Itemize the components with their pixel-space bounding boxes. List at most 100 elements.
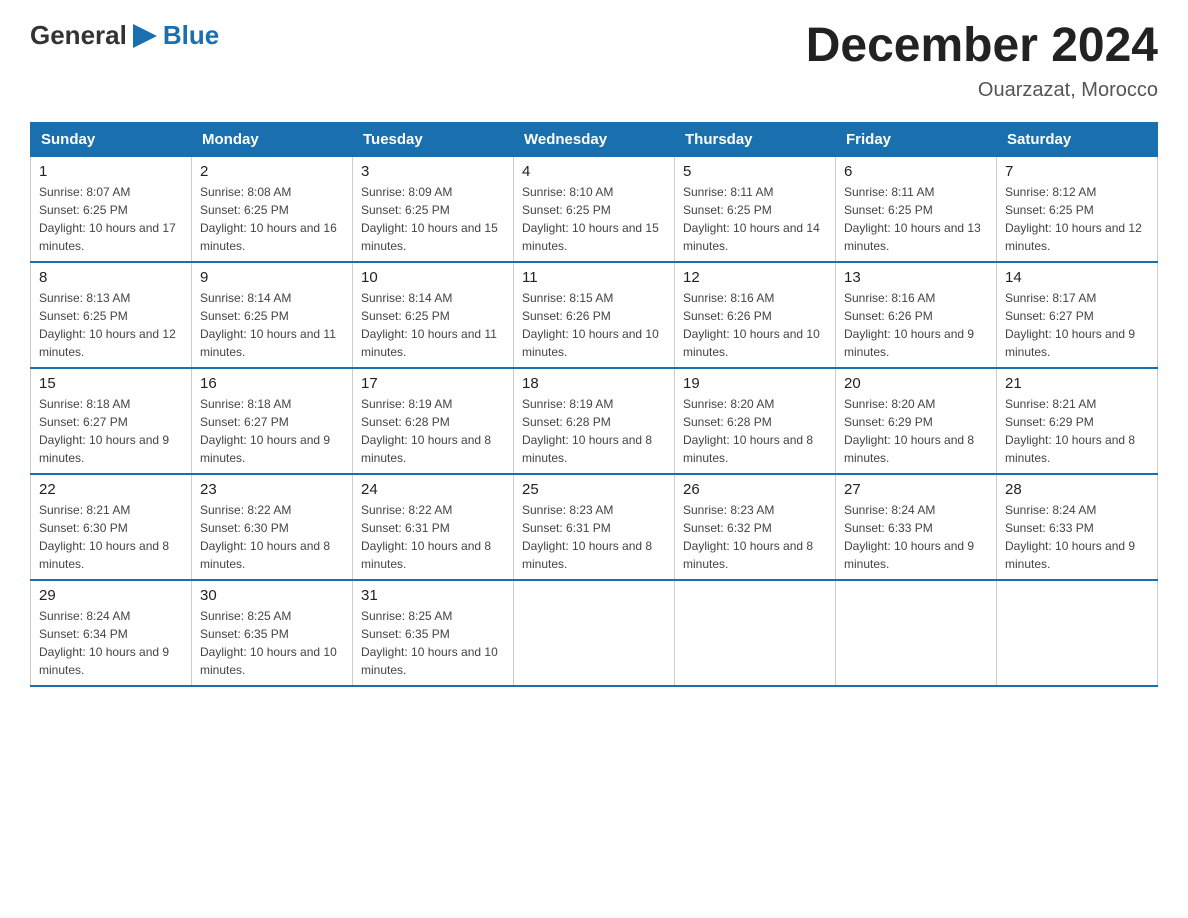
calendar-cell: 10 Sunrise: 8:14 AMSunset: 6:25 PMDaylig…	[353, 262, 514, 368]
day-info: Sunrise: 8:10 AMSunset: 6:25 PMDaylight:…	[522, 183, 666, 255]
day-info: Sunrise: 8:22 AMSunset: 6:30 PMDaylight:…	[200, 501, 344, 573]
calendar-cell: 22 Sunrise: 8:21 AMSunset: 6:30 PMDaylig…	[31, 474, 192, 580]
day-number: 9	[200, 269, 344, 286]
calendar-cell: 29 Sunrise: 8:24 AMSunset: 6:34 PMDaylig…	[31, 580, 192, 686]
day-info: Sunrise: 8:24 AMSunset: 6:33 PMDaylight:…	[844, 501, 988, 573]
calendar-subtitle: Ouarzazat, Morocco	[806, 79, 1158, 102]
calendar-cell: 16 Sunrise: 8:18 AMSunset: 6:27 PMDaylig…	[192, 368, 353, 474]
day-info: Sunrise: 8:23 AMSunset: 6:31 PMDaylight:…	[522, 501, 666, 573]
calendar-cell: 4 Sunrise: 8:10 AMSunset: 6:25 PMDayligh…	[514, 156, 675, 262]
day-number: 5	[683, 163, 827, 180]
weekday-header-thursday: Thursday	[675, 122, 836, 156]
weekday-header-friday: Friday	[836, 122, 997, 156]
weekday-header-sunday: Sunday	[31, 122, 192, 156]
day-info: Sunrise: 8:20 AMSunset: 6:29 PMDaylight:…	[844, 395, 988, 467]
calendar-cell: 18 Sunrise: 8:19 AMSunset: 6:28 PMDaylig…	[514, 368, 675, 474]
calendar-cell: 1 Sunrise: 8:07 AMSunset: 6:25 PMDayligh…	[31, 156, 192, 262]
day-number: 2	[200, 163, 344, 180]
day-number: 20	[844, 375, 988, 392]
day-info: Sunrise: 8:17 AMSunset: 6:27 PMDaylight:…	[1005, 289, 1149, 361]
weekday-header-wednesday: Wednesday	[514, 122, 675, 156]
calendar-cell: 30 Sunrise: 8:25 AMSunset: 6:35 PMDaylig…	[192, 580, 353, 686]
day-info: Sunrise: 8:12 AMSunset: 6:25 PMDaylight:…	[1005, 183, 1149, 255]
day-number: 29	[39, 587, 183, 604]
calendar-cell: 7 Sunrise: 8:12 AMSunset: 6:25 PMDayligh…	[997, 156, 1158, 262]
day-number: 8	[39, 269, 183, 286]
calendar-week-1: 1 Sunrise: 8:07 AMSunset: 6:25 PMDayligh…	[31, 156, 1158, 262]
day-info: Sunrise: 8:16 AMSunset: 6:26 PMDaylight:…	[844, 289, 988, 361]
day-info: Sunrise: 8:16 AMSunset: 6:26 PMDaylight:…	[683, 289, 827, 361]
calendar-week-4: 22 Sunrise: 8:21 AMSunset: 6:30 PMDaylig…	[31, 474, 1158, 580]
calendar-cell: 3 Sunrise: 8:09 AMSunset: 6:25 PMDayligh…	[353, 156, 514, 262]
calendar-title-area: December 2024 Ouarzazat, Morocco	[806, 20, 1158, 102]
calendar-table: SundayMondayTuesdayWednesdayThursdayFrid…	[30, 122, 1158, 687]
day-number: 22	[39, 481, 183, 498]
calendar-week-3: 15 Sunrise: 8:18 AMSunset: 6:27 PMDaylig…	[31, 368, 1158, 474]
logo: General Blue	[30, 20, 219, 51]
day-info: Sunrise: 8:08 AMSunset: 6:25 PMDaylight:…	[200, 183, 344, 255]
calendar-cell: 19 Sunrise: 8:20 AMSunset: 6:28 PMDaylig…	[675, 368, 836, 474]
day-info: Sunrise: 8:23 AMSunset: 6:32 PMDaylight:…	[683, 501, 827, 573]
calendar-cell: 13 Sunrise: 8:16 AMSunset: 6:26 PMDaylig…	[836, 262, 997, 368]
day-number: 16	[200, 375, 344, 392]
day-info: Sunrise: 8:25 AMSunset: 6:35 PMDaylight:…	[361, 607, 505, 679]
day-number: 26	[683, 481, 827, 498]
calendar-cell	[836, 580, 997, 686]
calendar-cell	[675, 580, 836, 686]
day-info: Sunrise: 8:19 AMSunset: 6:28 PMDaylight:…	[361, 395, 505, 467]
day-number: 27	[844, 481, 988, 498]
day-info: Sunrise: 8:20 AMSunset: 6:28 PMDaylight:…	[683, 395, 827, 467]
weekday-header-saturday: Saturday	[997, 122, 1158, 156]
day-number: 3	[361, 163, 505, 180]
calendar-cell: 28 Sunrise: 8:24 AMSunset: 6:33 PMDaylig…	[997, 474, 1158, 580]
day-info: Sunrise: 8:14 AMSunset: 6:25 PMDaylight:…	[200, 289, 344, 361]
day-number: 23	[200, 481, 344, 498]
day-info: Sunrise: 8:21 AMSunset: 6:30 PMDaylight:…	[39, 501, 183, 573]
day-number: 17	[361, 375, 505, 392]
calendar-cell: 27 Sunrise: 8:24 AMSunset: 6:33 PMDaylig…	[836, 474, 997, 580]
calendar-cell: 9 Sunrise: 8:14 AMSunset: 6:25 PMDayligh…	[192, 262, 353, 368]
calendar-cell: 2 Sunrise: 8:08 AMSunset: 6:25 PMDayligh…	[192, 156, 353, 262]
calendar-cell: 21 Sunrise: 8:21 AMSunset: 6:29 PMDaylig…	[997, 368, 1158, 474]
weekday-header-tuesday: Tuesday	[353, 122, 514, 156]
calendar-cell: 12 Sunrise: 8:16 AMSunset: 6:26 PMDaylig…	[675, 262, 836, 368]
calendar-cell: 25 Sunrise: 8:23 AMSunset: 6:31 PMDaylig…	[514, 474, 675, 580]
calendar-cell: 6 Sunrise: 8:11 AMSunset: 6:25 PMDayligh…	[836, 156, 997, 262]
day-info: Sunrise: 8:09 AMSunset: 6:25 PMDaylight:…	[361, 183, 505, 255]
day-number: 1	[39, 163, 183, 180]
calendar-week-2: 8 Sunrise: 8:13 AMSunset: 6:25 PMDayligh…	[31, 262, 1158, 368]
calendar-cell: 23 Sunrise: 8:22 AMSunset: 6:30 PMDaylig…	[192, 474, 353, 580]
calendar-cell: 26 Sunrise: 8:23 AMSunset: 6:32 PMDaylig…	[675, 474, 836, 580]
logo-triangle-icon	[131, 22, 159, 50]
logo-general-text: General	[30, 20, 127, 51]
day-number: 18	[522, 375, 666, 392]
calendar-cell	[997, 580, 1158, 686]
calendar-cell: 20 Sunrise: 8:20 AMSunset: 6:29 PMDaylig…	[836, 368, 997, 474]
calendar-cell: 8 Sunrise: 8:13 AMSunset: 6:25 PMDayligh…	[31, 262, 192, 368]
day-number: 14	[1005, 269, 1149, 286]
day-info: Sunrise: 8:15 AMSunset: 6:26 PMDaylight:…	[522, 289, 666, 361]
day-info: Sunrise: 8:24 AMSunset: 6:34 PMDaylight:…	[39, 607, 183, 679]
page-header: General Blue December 2024 Ouarzazat, Mo…	[30, 20, 1158, 102]
day-info: Sunrise: 8:18 AMSunset: 6:27 PMDaylight:…	[200, 395, 344, 467]
day-number: 24	[361, 481, 505, 498]
day-number: 10	[361, 269, 505, 286]
day-number: 4	[522, 163, 666, 180]
day-info: Sunrise: 8:21 AMSunset: 6:29 PMDaylight:…	[1005, 395, 1149, 467]
calendar-cell: 24 Sunrise: 8:22 AMSunset: 6:31 PMDaylig…	[353, 474, 514, 580]
logo-blue-text: Blue	[163, 20, 219, 51]
day-info: Sunrise: 8:22 AMSunset: 6:31 PMDaylight:…	[361, 501, 505, 573]
day-info: Sunrise: 8:11 AMSunset: 6:25 PMDaylight:…	[683, 183, 827, 255]
day-number: 21	[1005, 375, 1149, 392]
day-number: 19	[683, 375, 827, 392]
day-number: 12	[683, 269, 827, 286]
day-info: Sunrise: 8:19 AMSunset: 6:28 PMDaylight:…	[522, 395, 666, 467]
calendar-cell: 5 Sunrise: 8:11 AMSunset: 6:25 PMDayligh…	[675, 156, 836, 262]
calendar-week-5: 29 Sunrise: 8:24 AMSunset: 6:34 PMDaylig…	[31, 580, 1158, 686]
calendar-cell: 14 Sunrise: 8:17 AMSunset: 6:27 PMDaylig…	[997, 262, 1158, 368]
weekday-header-monday: Monday	[192, 122, 353, 156]
calendar-cell: 15 Sunrise: 8:18 AMSunset: 6:27 PMDaylig…	[31, 368, 192, 474]
day-number: 31	[361, 587, 505, 604]
calendar-cell: 11 Sunrise: 8:15 AMSunset: 6:26 PMDaylig…	[514, 262, 675, 368]
day-number: 7	[1005, 163, 1149, 180]
